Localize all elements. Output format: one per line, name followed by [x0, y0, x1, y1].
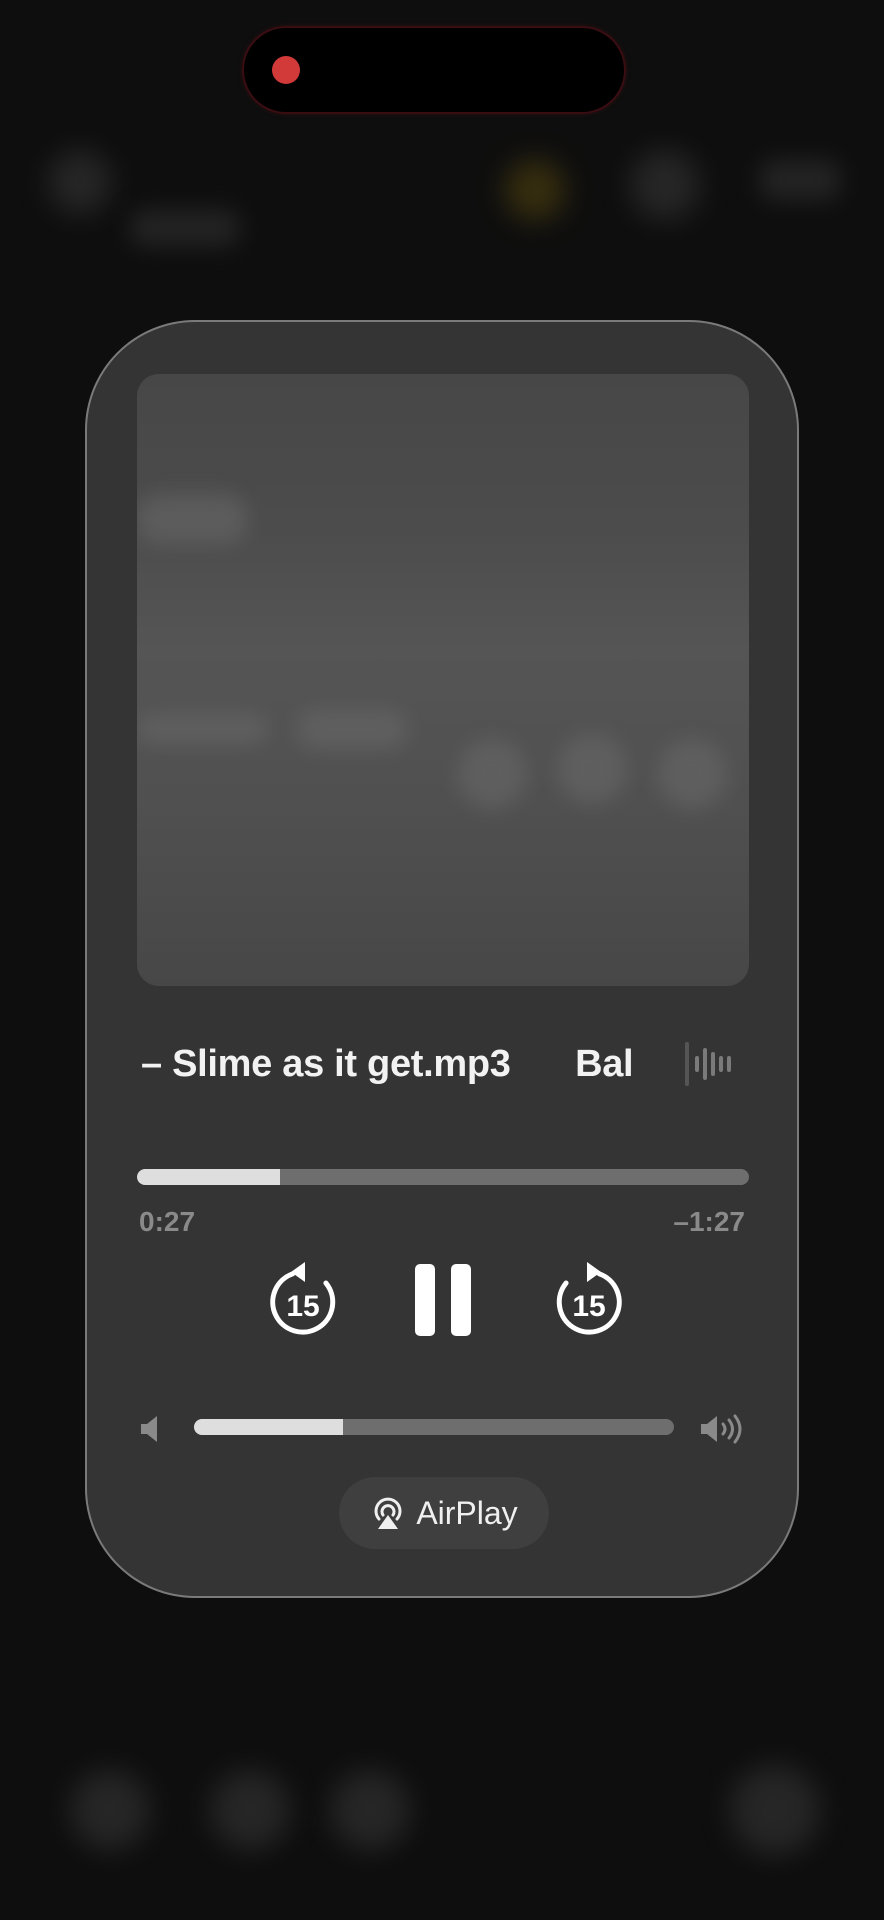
speaker-wave-3-icon [701, 1414, 742, 1444]
skip-back-button[interactable]: 15 [265, 1258, 341, 1338]
playback-scrubber[interactable] [137, 1169, 749, 1185]
background-blur [48, 150, 112, 214]
recording-dot-icon [272, 56, 300, 84]
airplay-label: AirPlay [416, 1494, 518, 1531]
skip-forward-seconds: 15 [572, 1290, 605, 1323]
background-blur [130, 210, 240, 246]
airplay-button[interactable]: AirPlay [339, 1477, 549, 1549]
volume-slider[interactable] [194, 1419, 674, 1435]
dynamic-island[interactable] [244, 28, 624, 112]
track-title[interactable]: – Slime as it get.mp3 Bal [141, 1034, 701, 1094]
background-blur [210, 1770, 290, 1850]
now-playing-card: – Slime as it get.mp3 Bal 0:27 –1:27 15 [85, 320, 799, 1598]
elapsed-time: 0:27 [139, 1206, 196, 1237]
pause-button[interactable] [413, 1262, 473, 1338]
skip-forward-button[interactable]: 15 [551, 1258, 627, 1338]
volume-fill [194, 1419, 343, 1435]
remaining-time: –1:27 [673, 1206, 745, 1237]
background-blur [330, 1770, 410, 1850]
airplay-audio-icon [374, 1497, 402, 1529]
goforward-15-icon: 15 [556, 1262, 622, 1335]
playback-progress-fill [137, 1169, 281, 1185]
speaker-icon [141, 1416, 157, 1442]
track-title-text: – Slime as it get.mp3 [141, 1043, 511, 1085]
background-blur [730, 1765, 820, 1855]
waveform-icon [685, 1042, 731, 1086]
artwork [137, 374, 749, 986]
background-blur [760, 160, 840, 200]
pause-icon [415, 1264, 471, 1336]
background-blur [505, 160, 565, 220]
background-blur [70, 1770, 150, 1850]
background-blur [630, 150, 700, 220]
skip-back-seconds: 15 [286, 1290, 319, 1323]
gobackward-15-icon: 15 [270, 1262, 336, 1335]
next-track-title-text: Bal [575, 1043, 634, 1085]
